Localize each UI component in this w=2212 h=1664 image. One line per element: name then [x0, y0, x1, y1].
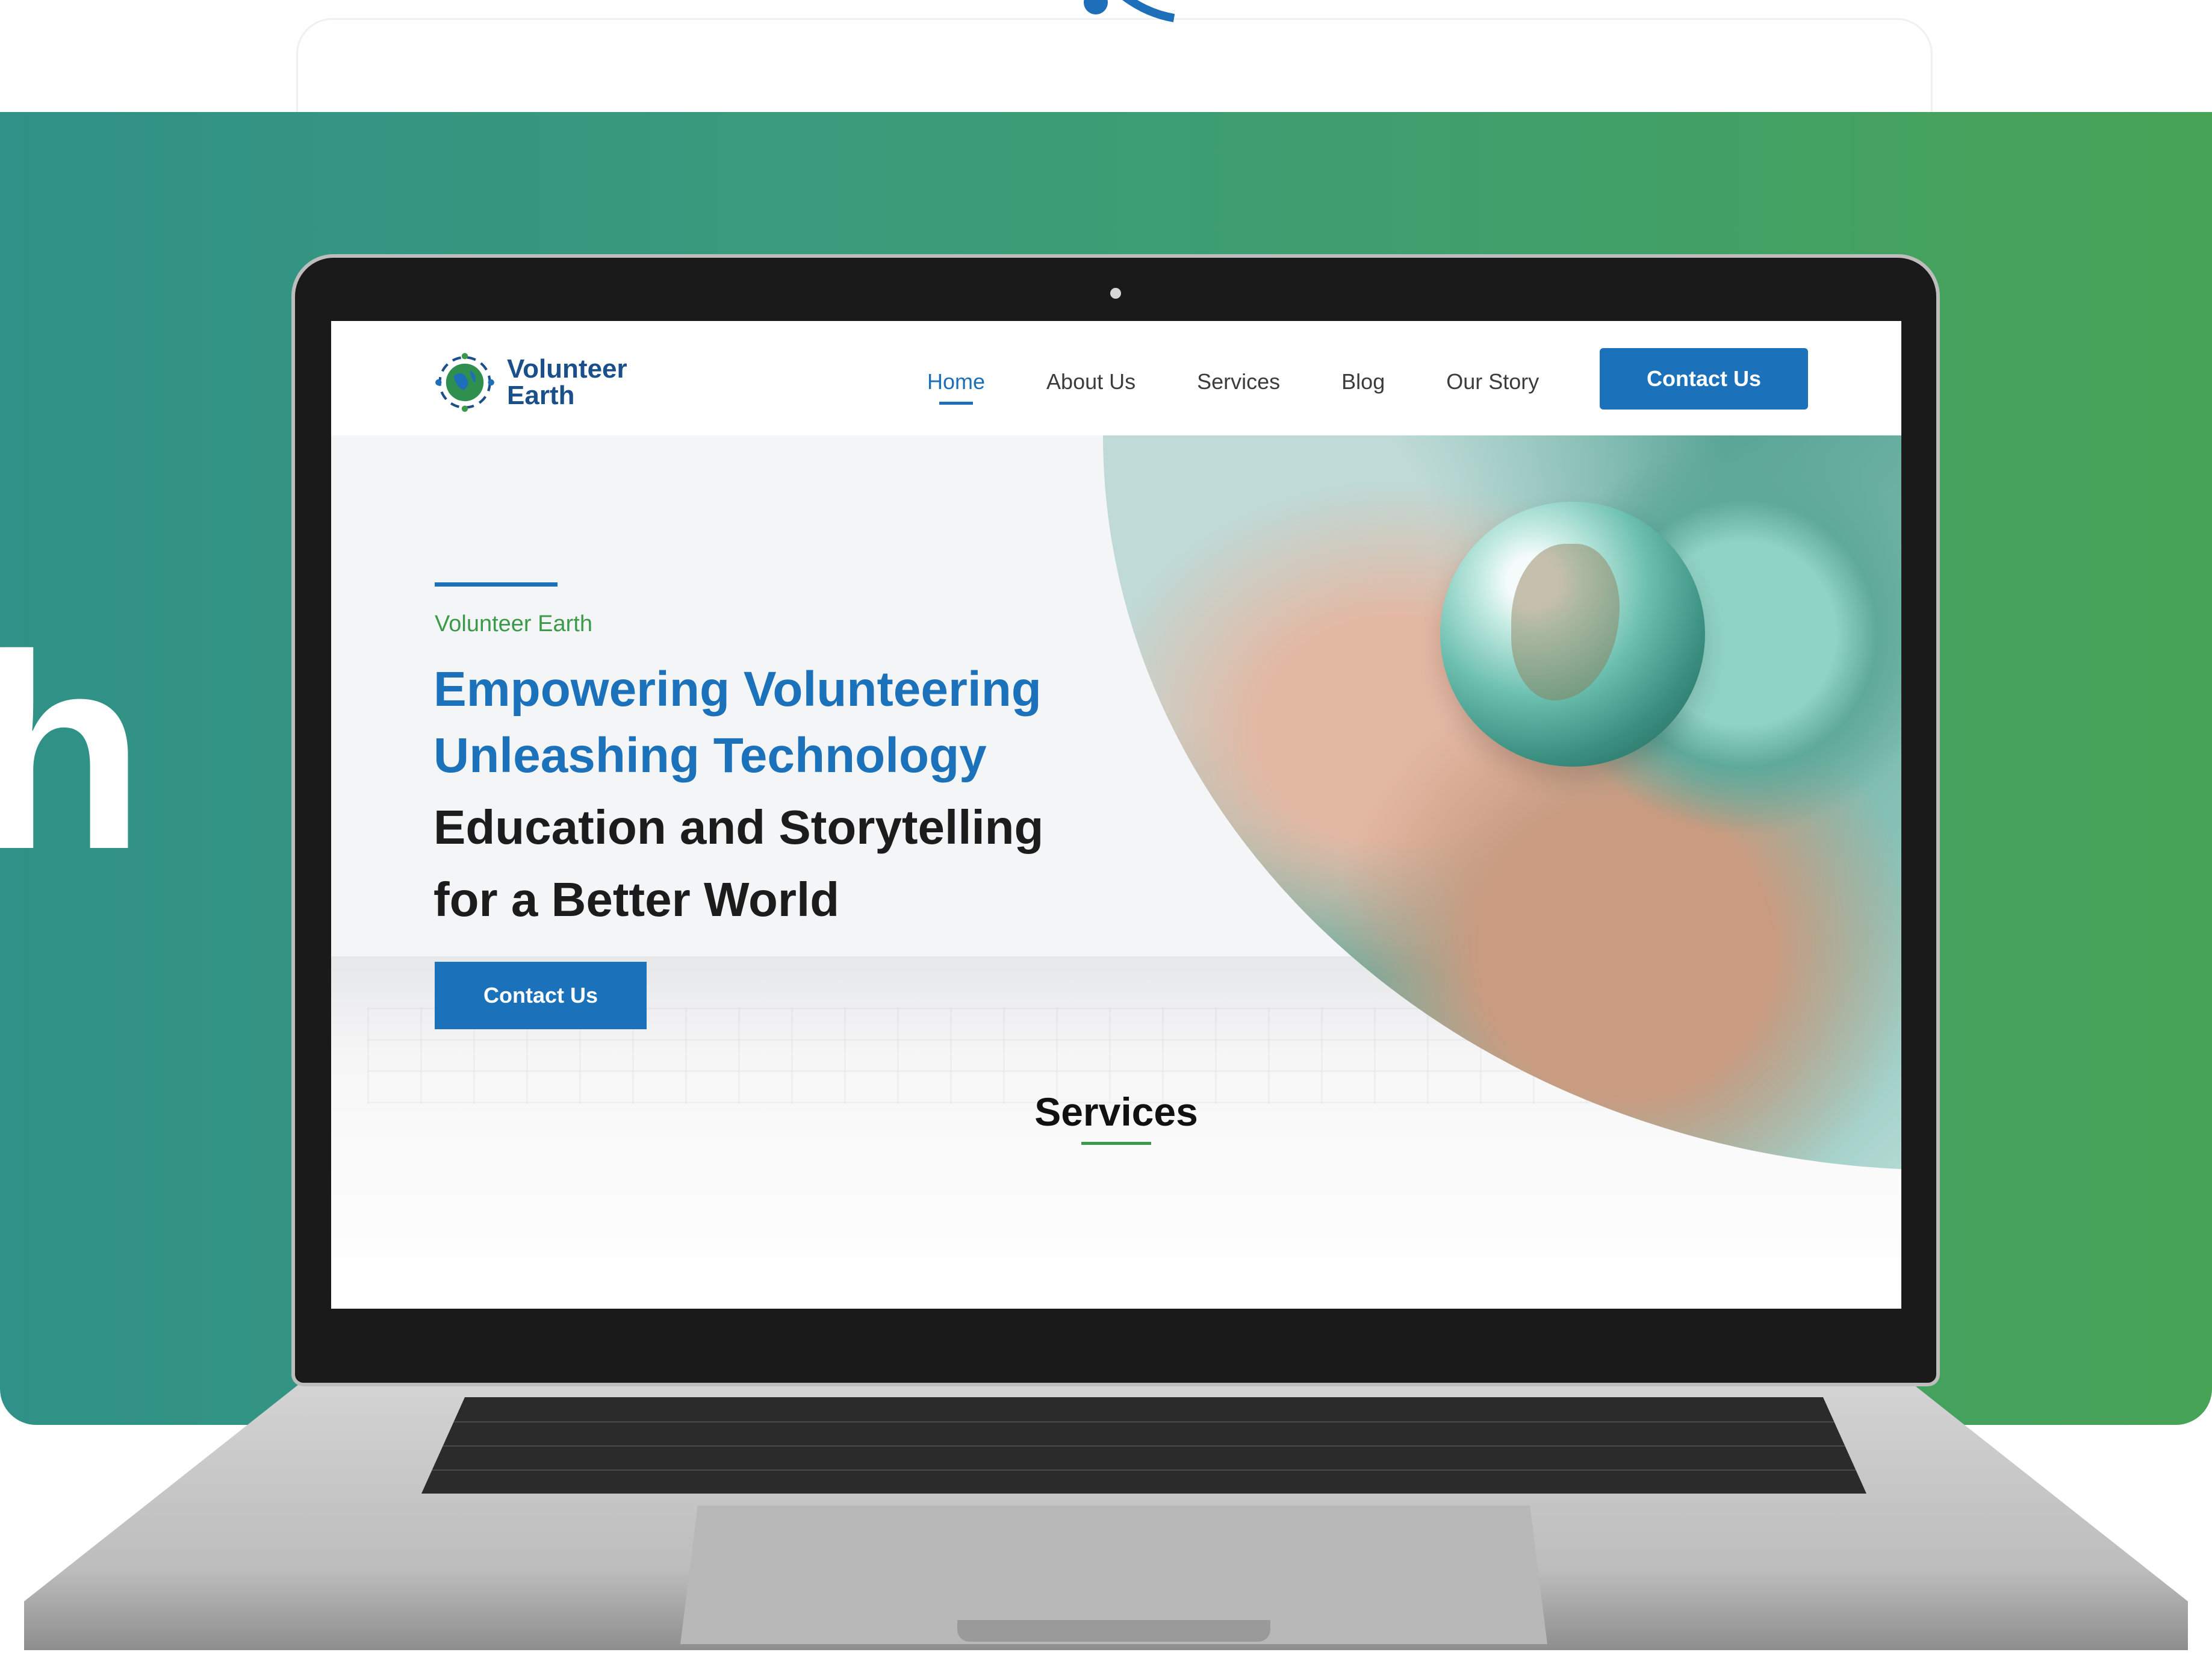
- active-nav-indicator: [939, 402, 973, 405]
- header-contact-button[interactable]: Contact Us: [1600, 348, 1808, 410]
- keyboard-row-divider: [421, 1469, 1866, 1471]
- site-header: Volunteer Earth Home About Us Services B…: [331, 321, 1901, 435]
- laptop-screen: Volunteer Earth Home About Us Services B…: [331, 321, 1901, 1309]
- services-heading: Services: [1034, 1089, 1198, 1134]
- nav-item-label: Home: [927, 369, 986, 394]
- brand-line-1: Volunteer: [507, 354, 627, 384]
- main-nav: Home About Us Services Blog Our Story: [927, 369, 1600, 405]
- earth-logo-icon: [435, 353, 494, 412]
- nav-item-our-story[interactable]: Our Story: [1446, 369, 1539, 394]
- nav-item-label: Our Story: [1446, 369, 1539, 394]
- nav-item-label: Services: [1197, 369, 1281, 394]
- promo-stage: h Volunteer Earth Home About Us Services…: [0, 0, 2212, 1664]
- brand-wordmark: Volunteer Earth: [507, 356, 627, 409]
- hero-eyebrow: Volunteer Earth: [435, 611, 592, 637]
- hero-contact-button[interactable]: Contact Us: [435, 962, 647, 1029]
- nav-item-home[interactable]: Home: [927, 369, 986, 405]
- keyboard-row-divider: [421, 1445, 1866, 1447]
- partial-logo-icon: [1084, 0, 1175, 22]
- nav-item-about-us[interactable]: About Us: [1046, 369, 1136, 394]
- hero-headline-line-2: Unleashing Technology: [433, 728, 987, 783]
- camera-icon: [1110, 288, 1121, 299]
- hero-headline-line-1: Empowering Volunteering: [433, 662, 1042, 717]
- nav-item-services[interactable]: Services: [1197, 369, 1280, 394]
- hero-accent-rule: [435, 582, 558, 587]
- hero-headline-line-3: Education and Storytelling: [433, 800, 1044, 854]
- keyboard-row-divider: [421, 1421, 1866, 1423]
- partial-heading-text: h: [0, 598, 145, 907]
- hero-headline-line-4: for a Better World: [433, 873, 840, 926]
- laptop-notch: [957, 1620, 1270, 1642]
- brand-logo[interactable]: Volunteer Earth: [433, 352, 627, 413]
- nav-item-blog[interactable]: Blog: [1341, 369, 1385, 394]
- services-heading-underline: [1081, 1142, 1151, 1145]
- nav-item-label: Blog: [1341, 369, 1385, 394]
- brand-line-2: Earth: [507, 381, 575, 410]
- laptop-keyboard: [421, 1397, 1866, 1494]
- nav-item-label: About Us: [1046, 369, 1136, 394]
